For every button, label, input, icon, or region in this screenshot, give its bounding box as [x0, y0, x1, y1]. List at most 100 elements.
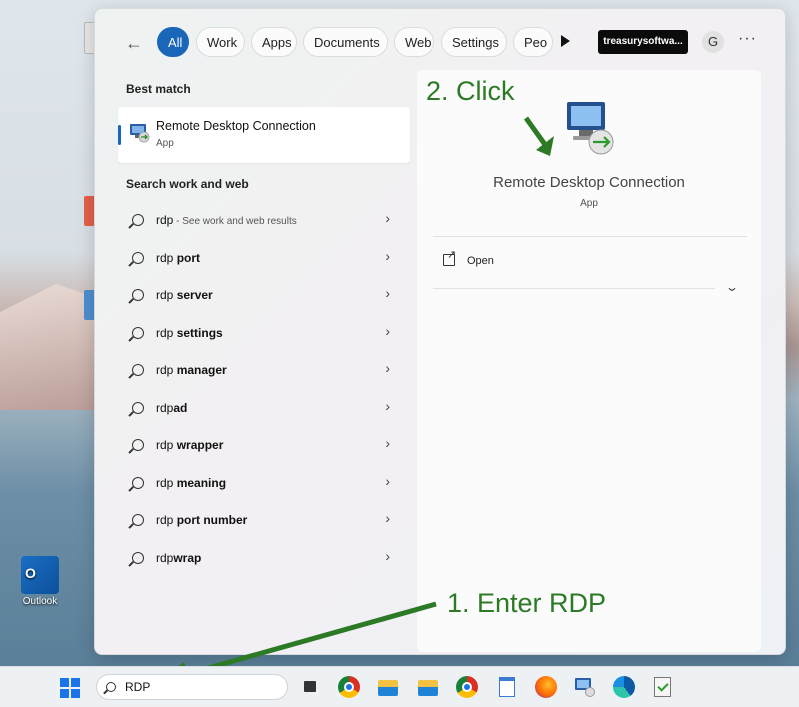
- chevron-right-icon: ›: [385, 510, 390, 526]
- best-match-result[interactable]: Remote Desktop Connection App: [118, 107, 410, 163]
- remote-desktop-icon-large: [567, 102, 614, 155]
- list-item[interactable]: rdp settings ›: [118, 315, 410, 353]
- chevron-right-icon: ›: [385, 397, 390, 414]
- list-item[interactable]: rdpad ›: [118, 390, 410, 428]
- result-prefix: rdp: [156, 288, 177, 302]
- open-external-icon: [443, 248, 456, 266]
- chevron-right-icon: ›: [385, 210, 390, 226]
- result-bold: ad: [173, 400, 188, 415]
- search-icon: [132, 326, 144, 339]
- search-icon: [132, 214, 144, 226]
- divider: [433, 288, 715, 289]
- chevron-right-icon: ›: [385, 285, 390, 301]
- remote-desktop-icon: [130, 124, 150, 143]
- list-item[interactable]: rdp manager ›: [118, 352, 410, 390]
- taskbar: [0, 666, 799, 707]
- best-match-heading: Best match: [126, 82, 191, 96]
- search-icon: [132, 289, 144, 301]
- result-bold: port: [176, 250, 201, 265]
- search-icon: [132, 364, 144, 376]
- more-options-icon[interactable]: ···: [738, 30, 757, 48]
- annotation-step1: 1. Enter RDP: [447, 588, 607, 618]
- result-text: rdp - See work and web results: [156, 213, 297, 227]
- result-text: rdp port: [156, 251, 200, 265]
- task-view-icon[interactable]: [300, 676, 322, 698]
- filter-bar: ← All Work Apps Documents Web Settings P…: [95, 27, 785, 59]
- account-badge[interactable]: treasurysoftwa...: [598, 30, 688, 54]
- result-prefix: rdp: [156, 513, 177, 527]
- taskbar-search-input[interactable]: [125, 679, 275, 695]
- result-bold: port number: [176, 513, 248, 527]
- tab-web[interactable]: Web: [394, 27, 434, 57]
- search-icon: [132, 514, 144, 526]
- tab-work[interactable]: Work: [196, 27, 245, 57]
- tab-apps[interactable]: Apps: [251, 27, 297, 57]
- search-icon: [132, 551, 144, 564]
- open-action[interactable]: Open: [433, 248, 633, 276]
- taskbar-search-box[interactable]: [96, 674, 288, 700]
- open-label: Open: [467, 255, 494, 267]
- result-text: rdp wrapper: [156, 438, 223, 452]
- notepad-icon[interactable]: [496, 676, 518, 698]
- result-text: rdpwrap: [156, 551, 201, 565]
- avatar[interactable]: G: [702, 31, 724, 53]
- list-item[interactable]: rdpwrap ›: [118, 540, 410, 578]
- file-explorer-icon[interactable]: [417, 676, 439, 698]
- result-prefix: rdp: [156, 550, 174, 565]
- chrome-icon[interactable]: [338, 676, 360, 698]
- firefox-icon[interactable]: [535, 676, 557, 698]
- list-item[interactable]: rdp meaning ›: [118, 465, 410, 503]
- list-item[interactable]: rdp wrapper ›: [118, 427, 410, 465]
- result-prefix: rdp: [156, 325, 177, 340]
- windows-start-icon[interactable]: [60, 678, 80, 698]
- result-prefix: rdp: [156, 363, 177, 377]
- result-prefix: rdp: [156, 250, 177, 265]
- annotation-step2: 2. Click: [426, 76, 515, 106]
- result-bold: meaning: [176, 475, 227, 490]
- result-text: rdp meaning: [156, 476, 226, 490]
- preview-app-name: Remote Desktop Connection: [493, 174, 685, 191]
- result-prefix: rdp: [156, 400, 174, 415]
- best-match-name: Remote Desktop Connection: [156, 119, 316, 133]
- web-results-list: rdp - See work and web results › rdp port ›…: [118, 202, 410, 577]
- list-item[interactable]: rdp - See work and web results ›: [118, 202, 410, 240]
- chevron-right-icon: ›: [385, 322, 390, 339]
- result-bold: wrap: [173, 550, 202, 565]
- result-text: rdpad: [156, 401, 187, 415]
- list-item[interactable]: rdp server ›: [118, 277, 410, 315]
- tab-people[interactable]: Peo: [513, 27, 553, 57]
- search-icon: [132, 476, 144, 489]
- tab-documents[interactable]: Documents: [303, 27, 388, 57]
- search-icon: [132, 251, 144, 264]
- edge-icon[interactable]: [613, 676, 635, 698]
- chevron-right-icon: ›: [385, 435, 390, 451]
- search-icon: [106, 682, 116, 692]
- desktop-icon-outlook[interactable]: O Outlook: [16, 556, 64, 607]
- result-bold: manager: [176, 363, 227, 377]
- list-item[interactable]: rdp port number ›: [118, 502, 410, 540]
- result-prefix: rdp: [156, 438, 177, 452]
- notepad-check-icon[interactable]: [652, 676, 674, 698]
- desktop-icon-label: Outlook: [22, 596, 58, 607]
- result-bold: server: [176, 288, 213, 302]
- result-prefix: rdp: [156, 213, 174, 227]
- tab-settings[interactable]: Settings: [441, 27, 507, 57]
- chevron-down-icon[interactable]: ⌄: [725, 280, 739, 294]
- list-item[interactable]: rdp port ›: [118, 240, 410, 278]
- search-icon: [132, 401, 144, 414]
- result-prefix: rdp: [156, 475, 177, 490]
- remote-desktop-icon[interactable]: [574, 676, 596, 698]
- more-tabs-arrow-icon[interactable]: [561, 35, 570, 47]
- result-text: rdp settings: [156, 326, 223, 340]
- file-explorer-icon[interactable]: [377, 676, 399, 698]
- chevron-right-icon: ›: [385, 547, 390, 564]
- web-section-heading: Search work and web: [126, 177, 249, 191]
- result-text: rdp manager: [156, 363, 227, 377]
- preview-pane: Remote Desktop Connection App Open ⌄: [417, 70, 761, 652]
- tab-all[interactable]: All: [157, 27, 189, 57]
- back-arrow-icon[interactable]: ←: [125, 33, 143, 54]
- result-bold: wrapper: [176, 438, 224, 452]
- search-icon: [132, 439, 144, 451]
- divider: [433, 236, 747, 237]
- chrome-icon[interactable]: [456, 676, 478, 698]
